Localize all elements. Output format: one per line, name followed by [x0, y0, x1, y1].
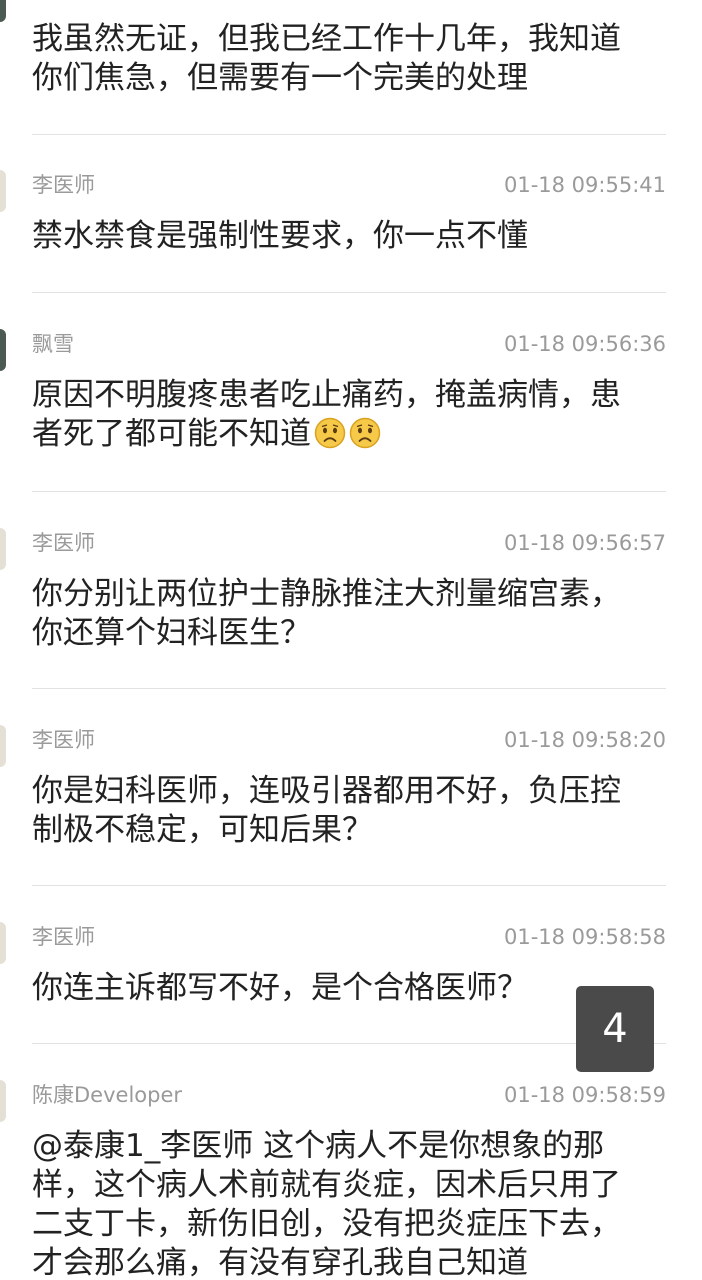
- sad-face-emoji: [349, 417, 381, 449]
- comment-divider: [32, 688, 666, 689]
- user-avatar[interactable]: [0, 725, 6, 767]
- sad-face-emoji: [314, 417, 346, 449]
- comment-text-line: 你是妇科医师，连吸引器都用不好，负压控: [32, 773, 621, 809]
- comment-text-line: @泰康1_李医师 这个病人不是你想象的那: [32, 1128, 605, 1164]
- page-number-badge[interactable]: 4: [576, 986, 654, 1072]
- user-avatar[interactable]: [0, 0, 6, 22]
- comment-meta: 李医师 01-18 09:58:20: [32, 725, 666, 755]
- comment-text-line: 禁水禁食是强制性要求，你一点不懂: [32, 218, 528, 254]
- comment-divider: [32, 1043, 666, 1044]
- comment-text: @泰康1_李医师 这个病人不是你想象的那 样，这个病人术前就有炎症，因术后只用了…: [32, 1127, 666, 1280]
- comment-text-line: 者死了都可能不知道: [32, 416, 311, 452]
- comment-timestamp: 01-18 09:58:58: [503, 925, 666, 949]
- comment-author[interactable]: 李医师: [32, 725, 95, 755]
- comment-text-line: 才会那么痛，有没有穿孔我自己知道: [32, 1245, 528, 1280]
- comment-text-line: 你分别让两位护士静脉推注大剂量缩宫素，: [32, 576, 621, 612]
- comment-meta: 李医师 01-18 09:58:58: [32, 922, 666, 952]
- comment-meta: 陈康Developer 01-18 09:58:59: [32, 1080, 666, 1110]
- user-avatar[interactable]: [0, 1080, 6, 1122]
- comment-divider: [32, 491, 666, 492]
- comment-text-line: 原因不明腹疼患者吃止痛药，掩盖病情，患: [32, 377, 621, 413]
- comment-text-line: 你连主诉都写不好，是个合格医师？: [32, 970, 528, 1006]
- comment-timestamp: 01-18 09:56:57: [503, 531, 666, 555]
- comment-text-line: 制极不稳定，可知后果？: [32, 812, 373, 848]
- comment-meta: 李医师 01-18 09:56:57: [32, 528, 666, 558]
- comment-text-line-with-emoji: 者死了都可能不知道: [32, 415, 666, 454]
- comment-text: 我虽然无证，但我已经工作十几年，我知道 你们焦急，但需要有一个完美的处理: [32, 20, 666, 98]
- comment-timestamp: 01-18 09:58:20: [503, 728, 666, 752]
- user-avatar[interactable]: [0, 329, 6, 371]
- comment-text-line: 样，这个病人术前就有炎症，因术后只用了: [32, 1167, 621, 1203]
- comment-text-line: 你还算个妇科医生？: [32, 615, 311, 651]
- comment-text: 你是妇科医师，连吸引器都用不好，负压控 制极不稳定，可知后果？: [32, 772, 666, 850]
- comment-text-line: 我虽然无证，但我已经工作十几年，我知道: [32, 21, 621, 57]
- comment-text: 禁水禁食是强制性要求，你一点不懂: [32, 217, 666, 256]
- comment-text: 原因不明腹疼患者吃止痛药，掩盖病情，患 者死了都可能不知道: [32, 376, 666, 454]
- comment-thread: 我虽然无证，但我已经工作十几年，我知道 你们焦急，但需要有一个完美的处理 李医师…: [0, 0, 702, 1280]
- comment-text-line: 你们焦急，但需要有一个完美的处理: [32, 60, 528, 96]
- comment-meta: 飘雪 01-18 09:56:36: [32, 329, 666, 359]
- comment-text-line: 二支丁卡，新伤旧创，没有把炎症压下去，: [32, 1206, 621, 1242]
- user-avatar[interactable]: [0, 528, 6, 570]
- comment-author[interactable]: 李医师: [32, 922, 95, 952]
- comment-meta: 李医师 01-18 09:55:41: [32, 170, 666, 200]
- comment-author[interactable]: 李医师: [32, 528, 95, 558]
- user-avatar[interactable]: [0, 170, 6, 212]
- comment-author[interactable]: 陈康Developer: [32, 1080, 182, 1110]
- comment-timestamp: 01-18 09:58:59: [503, 1083, 666, 1107]
- comment-divider: [32, 134, 666, 135]
- comment-text: 你分别让两位护士静脉推注大剂量缩宫素， 你还算个妇科医生？: [32, 575, 666, 653]
- comment-author[interactable]: 李医师: [32, 170, 95, 200]
- user-avatar[interactable]: [0, 922, 6, 964]
- comment-divider: [32, 292, 666, 293]
- comment-timestamp: 01-18 09:56:36: [503, 332, 666, 356]
- comment-text: 你连主诉都写不好，是个合格医师？: [32, 969, 666, 1008]
- comment-author[interactable]: 飘雪: [32, 329, 74, 359]
- comment-timestamp: 01-18 09:55:41: [503, 173, 666, 197]
- comment-divider: [32, 885, 666, 886]
